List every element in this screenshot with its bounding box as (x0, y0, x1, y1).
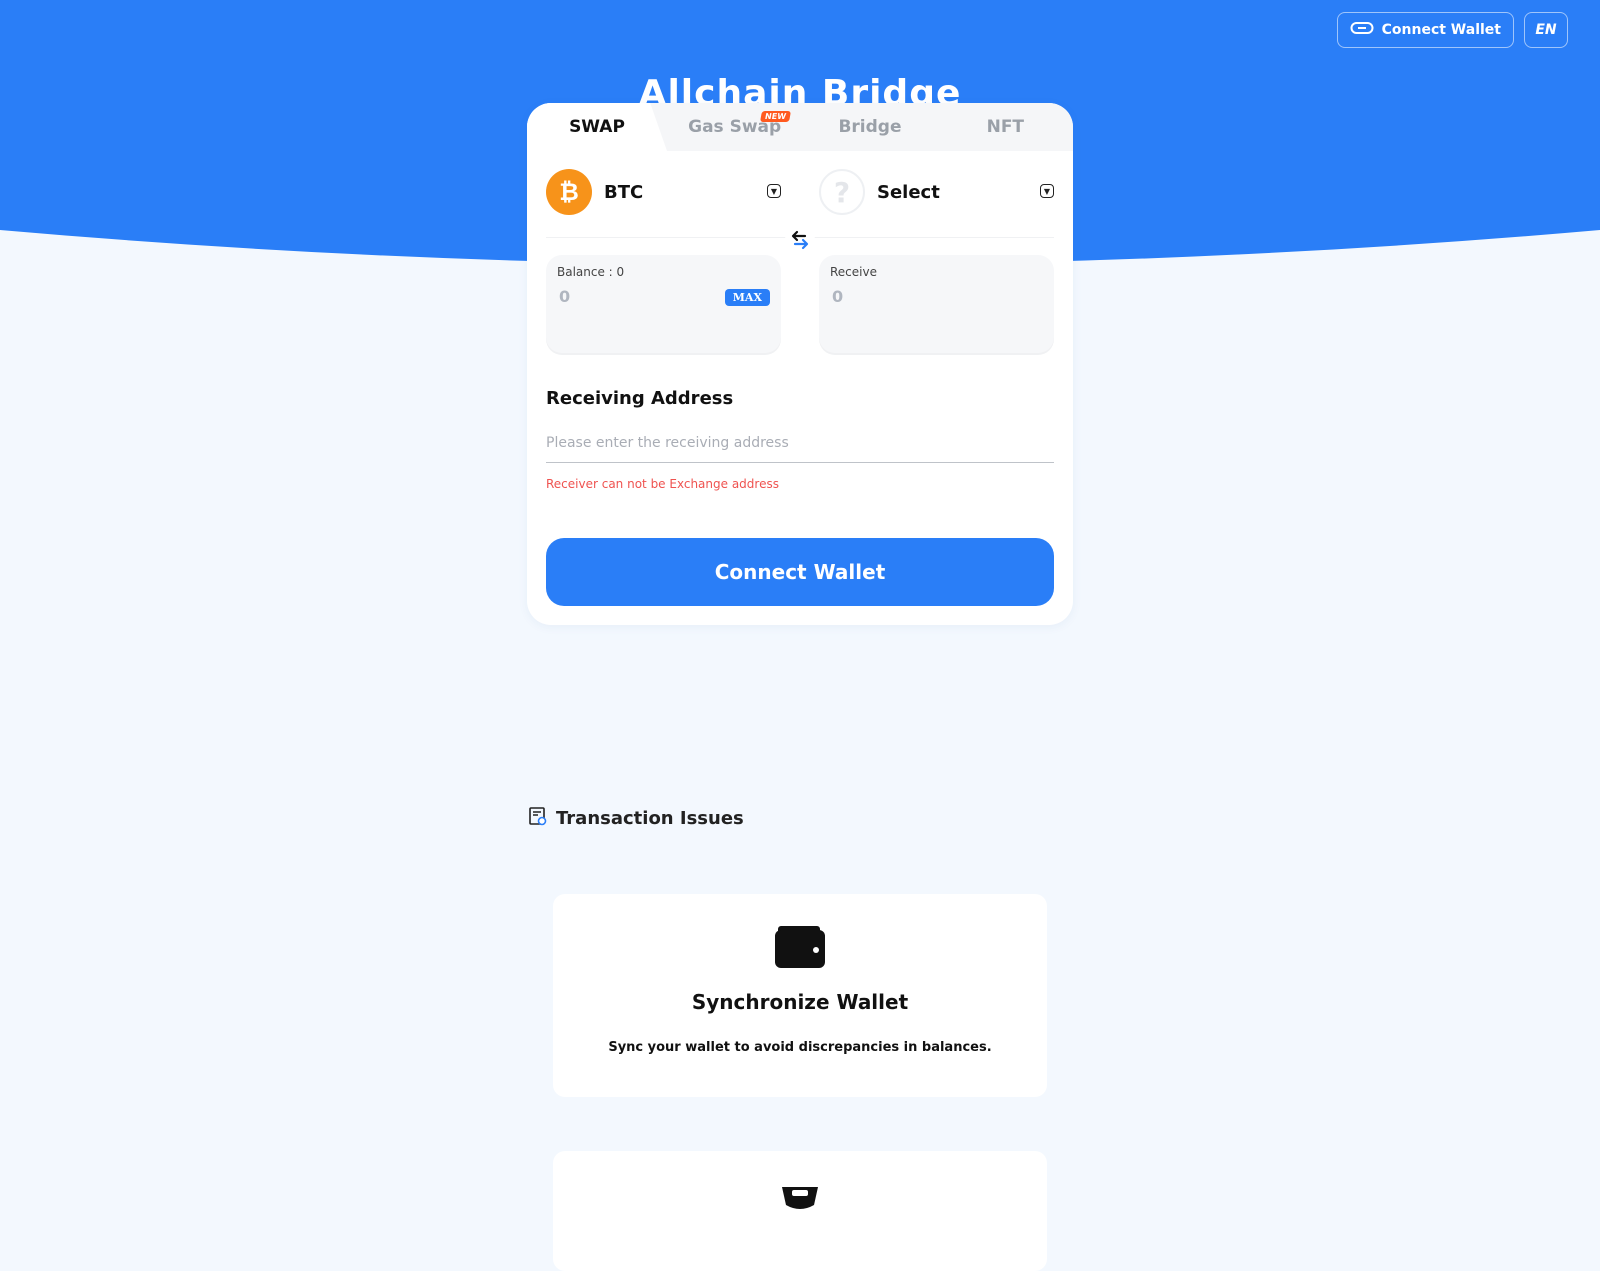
tab-gas-swap[interactable]: Gas Swap NEW (667, 103, 802, 151)
tab-nft[interactable]: NFT (938, 103, 1073, 151)
from-token-selector[interactable]: ₿ BTC ▼ (546, 169, 781, 215)
tab-bridge[interactable]: Bridge (802, 103, 937, 151)
transaction-issues-header: Transaction Issues (528, 806, 744, 831)
wallet-icon (553, 924, 1047, 968)
bucket-icon (553, 1181, 1047, 1211)
swap-card: SWAP Gas Swap NEW Bridge NFT ₿ BTC ▼ ? S… (527, 103, 1073, 625)
question-icon: ? (819, 169, 865, 215)
tab-bar: SWAP Gas Swap NEW Bridge NFT (527, 103, 1073, 151)
header-connect-wallet-button[interactable]: Connect Wallet (1336, 12, 1514, 48)
document-icon (528, 806, 548, 831)
link-icon (1350, 20, 1374, 40)
amount-row: Balance : 0 0 MAX Receive 0 (546, 255, 1054, 353)
receiving-address-title: Receiving Address (546, 388, 734, 409)
issue-card[interactable] (553, 1151, 1047, 1271)
new-badge: NEW (760, 111, 792, 122)
receiving-address-input[interactable] (546, 423, 1054, 463)
receiving-address-error: Receiver can not be Exchange address (546, 477, 779, 491)
token-selector-row: ₿ BTC ▼ ? Select ▼ (546, 169, 1054, 215)
swap-direction-icon[interactable] (785, 225, 815, 255)
receive-label: Receive (830, 265, 877, 279)
language-button[interactable]: EN (1524, 12, 1568, 48)
header-connect-wallet-label: Connect Wallet (1381, 22, 1501, 38)
transaction-issues-title: Transaction Issues (556, 808, 744, 829)
from-amount-box[interactable]: Balance : 0 0 MAX (546, 255, 781, 353)
to-token-selector[interactable]: ? Select ▼ (819, 169, 1054, 215)
to-token-symbol: Select (877, 181, 940, 203)
receive-amount: 0 (832, 287, 844, 306)
issue-card[interactable]: Synchronize Wallet Sync your wallet to a… (553, 894, 1047, 1097)
chevron-down-icon[interactable]: ▼ (767, 184, 781, 198)
max-button[interactable]: MAX (724, 289, 770, 306)
top-bar: Connect Wallet EN (1336, 12, 1568, 48)
issue-card-title: Synchronize Wallet (691, 990, 909, 1014)
balance-label: Balance : 0 (557, 265, 625, 279)
chevron-down-icon[interactable]: ▼ (1040, 184, 1054, 198)
bitcoin-icon: ₿ (546, 169, 592, 215)
issue-card-description: Sync your wallet to avoid discrepancies … (608, 1040, 992, 1055)
from-token-symbol: BTC (604, 181, 644, 203)
connect-wallet-button[interactable]: Connect Wallet (546, 538, 1054, 606)
tab-swap[interactable]: SWAP (527, 103, 667, 151)
to-amount-box: Receive 0 (819, 255, 1054, 353)
